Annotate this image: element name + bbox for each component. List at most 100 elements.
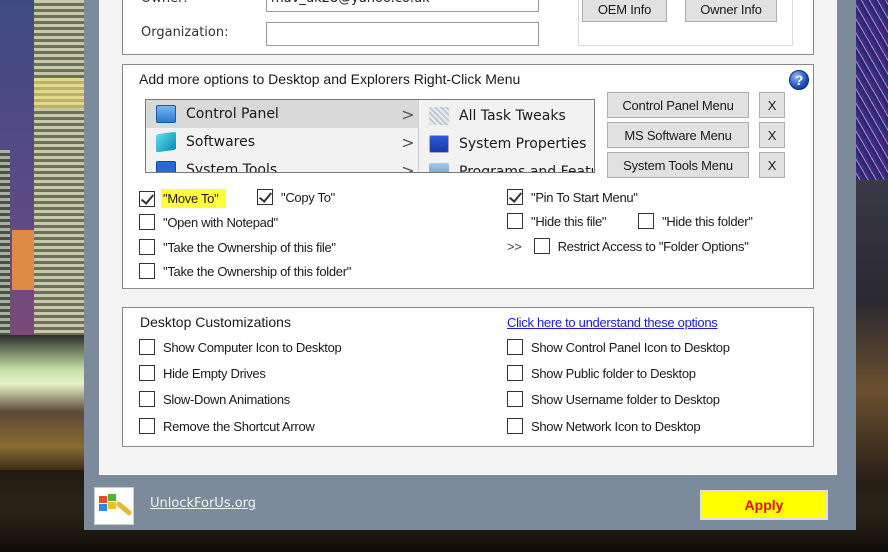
remove-control-panel-menu-button[interactable]: X bbox=[759, 92, 785, 118]
wallpaper-tower bbox=[34, 0, 84, 340]
slow-down-animations-option[interactable]: Slow-Down Animations bbox=[139, 391, 290, 407]
hide-file-checkbox[interactable] bbox=[507, 213, 523, 229]
hide-folder-checkbox[interactable] bbox=[638, 213, 654, 229]
pin-to-start-option[interactable]: "Pin To Start Menu" bbox=[507, 189, 638, 205]
show-computer-icon-label: Show Computer Icon to Desktop bbox=[163, 339, 342, 355]
chevron-right-icon: > bbox=[401, 132, 415, 152]
wallpaper-building bbox=[0, 150, 10, 350]
move-to-label: "Move To" bbox=[161, 189, 227, 208]
copy-to-checkbox[interactable] bbox=[257, 189, 273, 205]
owner-input[interactable]: mav_uk28@yahoo.co.uk bbox=[266, 0, 539, 12]
app-window: Owner: mav_uk28@yahoo.co.uk Organization… bbox=[84, 0, 856, 530]
show-control-panel-icon-checkbox[interactable] bbox=[507, 339, 523, 355]
submenu-item-programs-features[interactable]: Programs and Featu bbox=[419, 158, 594, 172]
take-ownership-folder-option[interactable]: "Take the Ownership of this folder" bbox=[139, 263, 351, 279]
open-with-notepad-checkbox[interactable] bbox=[139, 214, 155, 230]
system-tools-menu-button[interactable]: System Tools Menu bbox=[607, 152, 749, 178]
show-username-folder-label: Show Username folder to Desktop bbox=[531, 391, 720, 407]
pin-to-start-checkbox[interactable] bbox=[507, 189, 523, 205]
hide-file-option[interactable]: "Hide this file" bbox=[507, 213, 607, 229]
show-control-panel-icon-option[interactable]: Show Control Panel Icon to Desktop bbox=[507, 339, 730, 355]
logo-flag-blue bbox=[99, 504, 107, 511]
system-tools-icon bbox=[156, 161, 176, 172]
pin-to-start-label: "Pin To Start Menu" bbox=[531, 189, 638, 205]
menu-item-softwares[interactable]: Softwares > bbox=[146, 128, 418, 156]
expand-arrow: >> bbox=[507, 238, 522, 254]
remove-ms-software-menu-button[interactable]: X bbox=[759, 122, 785, 148]
system-properties-icon bbox=[429, 135, 449, 153]
context-menu-left-pane: Control Panel > Softwares > System Tools… bbox=[146, 100, 418, 172]
show-username-folder-option[interactable]: Show Username folder to Desktop bbox=[507, 391, 720, 407]
copy-to-label: "Copy To" bbox=[281, 189, 335, 205]
restrict-folder-options-option[interactable]: >> Restrict Access to "Folder Options" bbox=[507, 238, 749, 254]
slow-down-animations-checkbox[interactable] bbox=[139, 391, 155, 407]
oem-info-button[interactable]: OEM Info bbox=[582, 0, 667, 22]
wallpaper-fireworks bbox=[856, 0, 888, 180]
show-control-panel-icon-label: Show Control Panel Icon to Desktop bbox=[531, 339, 730, 355]
info-buttons-box: OEM Info Owner Info bbox=[578, 0, 793, 46]
apply-button[interactable]: Apply bbox=[700, 490, 828, 520]
menu-item-label: Control Panel bbox=[186, 106, 279, 122]
take-ownership-file-option[interactable]: "Take the Ownership of this file" bbox=[139, 239, 336, 255]
menu-item-label: Softwares bbox=[186, 134, 256, 150]
wallpaper-mall bbox=[0, 335, 90, 475]
right-click-group-title: Add more options to Desktop and Explorer… bbox=[139, 71, 521, 87]
understand-options-link[interactable]: Click here to understand these options bbox=[507, 315, 718, 330]
softwares-icon bbox=[156, 131, 176, 153]
hide-empty-drives-checkbox[interactable] bbox=[139, 365, 155, 381]
slow-down-animations-label: Slow-Down Animations bbox=[163, 391, 290, 407]
owner-info-button[interactable]: Owner Info bbox=[685, 0, 777, 22]
copy-to-option[interactable]: "Copy To" bbox=[257, 189, 335, 205]
take-ownership-folder-label: "Take the Ownership of this folder" bbox=[163, 263, 352, 279]
menu-item-label: System Properties bbox=[459, 136, 587, 152]
show-public-folder-option[interactable]: Show Public folder to Desktop bbox=[507, 365, 696, 381]
show-network-icon-checkbox[interactable] bbox=[507, 418, 523, 434]
open-with-notepad-option[interactable]: "Open with Notepad" bbox=[139, 214, 278, 230]
chevron-right-icon: > bbox=[401, 104, 415, 124]
logo-flag-green bbox=[108, 494, 116, 501]
menu-item-label: All Task Tweaks bbox=[459, 108, 566, 124]
organization-input[interactable] bbox=[266, 22, 539, 46]
ms-software-menu-button[interactable]: MS Software Menu bbox=[607, 122, 749, 148]
wallpaper-tower-lights bbox=[34, 78, 84, 108]
menu-item-control-panel[interactable]: Control Panel > bbox=[146, 100, 418, 128]
hide-folder-option[interactable]: "Hide this folder" bbox=[638, 213, 753, 229]
owner-group: Owner: mav_uk28@yahoo.co.uk Organization… bbox=[122, 0, 814, 55]
show-username-folder-checkbox[interactable] bbox=[507, 391, 523, 407]
programs-features-icon bbox=[429, 163, 449, 172]
hide-file-label: "Hide this file" bbox=[531, 213, 607, 229]
move-to-option[interactable]: "Move To" bbox=[139, 189, 227, 208]
help-icon[interactable]: ? bbox=[789, 70, 809, 90]
submenu-item-all-task-tweaks[interactable]: All Task Tweaks bbox=[419, 102, 594, 130]
hide-folder-label: "Hide this folder" bbox=[662, 213, 753, 229]
owner-label: Owner: bbox=[141, 0, 188, 6]
show-computer-icon-option[interactable]: Show Computer Icon to Desktop bbox=[139, 339, 342, 355]
open-with-notepad-label: "Open with Notepad" bbox=[163, 214, 278, 230]
wallpaper-building bbox=[856, 180, 888, 480]
remove-shortcut-arrow-option[interactable]: Remove the Shortcut Arrow bbox=[139, 418, 315, 434]
hide-empty-drives-option[interactable]: Hide Empty Drives bbox=[139, 365, 266, 381]
show-public-folder-checkbox[interactable] bbox=[507, 365, 523, 381]
menu-item-system-tools[interactable]: System Tools > bbox=[146, 156, 418, 172]
remove-system-tools-menu-button[interactable]: X bbox=[759, 152, 785, 178]
logo-flag-yellow bbox=[108, 502, 116, 509]
hide-empty-drives-label: Hide Empty Drives bbox=[163, 365, 266, 381]
remove-shortcut-arrow-checkbox[interactable] bbox=[139, 418, 155, 434]
show-network-icon-option[interactable]: Show Network Icon to Desktop bbox=[507, 418, 701, 434]
right-click-menu-group: Add more options to Desktop and Explorer… bbox=[122, 64, 814, 289]
restrict-folder-options-label: Restrict Access to "Folder Options" bbox=[557, 238, 749, 254]
logo-flag-red bbox=[99, 496, 107, 503]
submenu-item-system-properties[interactable]: System Properties bbox=[419, 130, 594, 158]
website-link[interactable]: UnlockForUs.org bbox=[150, 496, 256, 511]
show-public-folder-label: Show Public folder to Desktop bbox=[531, 365, 696, 381]
take-ownership-file-checkbox[interactable] bbox=[139, 239, 155, 255]
control-panel-menu-button[interactable]: Control Panel Menu bbox=[607, 92, 749, 118]
control-panel-icon bbox=[156, 105, 176, 123]
move-to-checkbox[interactable] bbox=[139, 190, 155, 207]
desktop-customizations-group: Desktop Customizations Click here to und… bbox=[122, 307, 814, 447]
restrict-folder-options-checkbox[interactable] bbox=[533, 238, 550, 254]
organization-label: Organization: bbox=[141, 25, 229, 40]
desktop-group-title: Desktop Customizations bbox=[140, 314, 291, 330]
take-ownership-folder-checkbox[interactable] bbox=[139, 263, 155, 279]
show-computer-icon-checkbox[interactable] bbox=[139, 339, 155, 355]
